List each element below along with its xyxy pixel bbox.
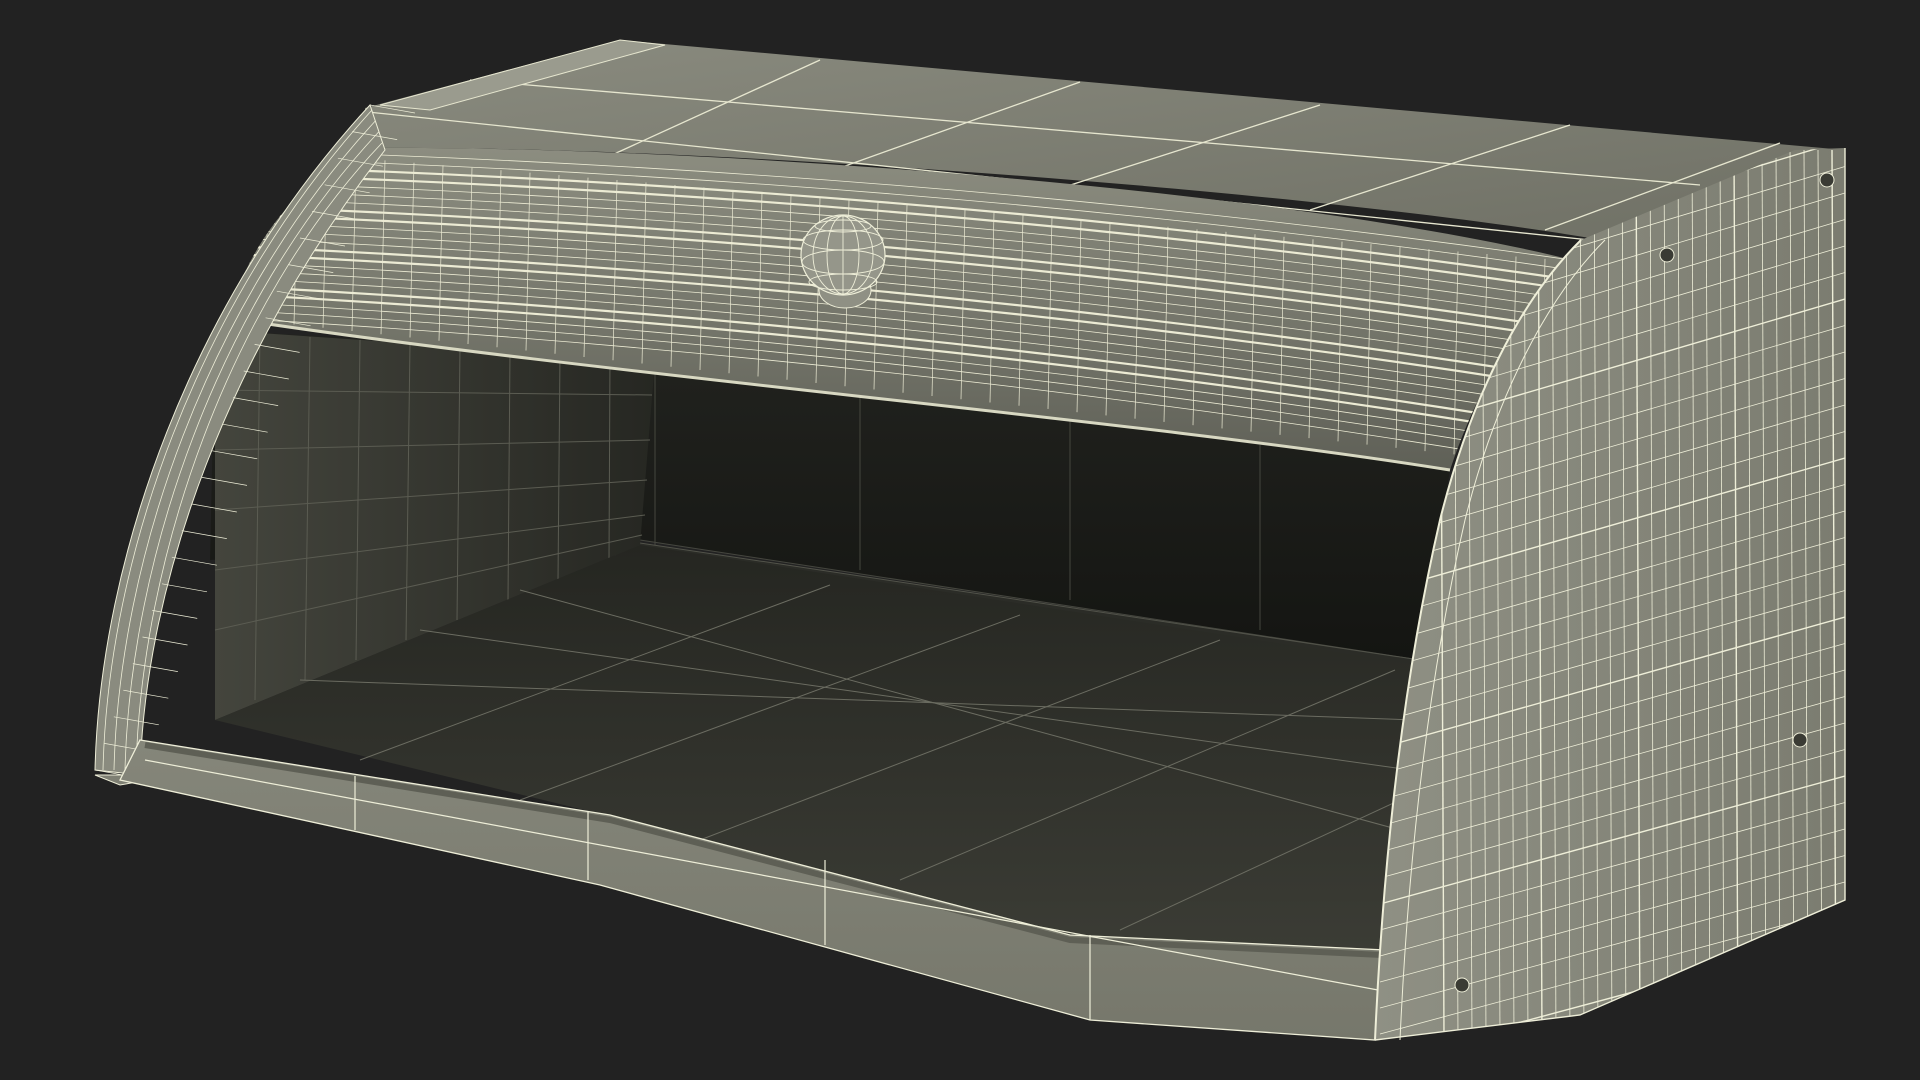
render-viewport	[0, 0, 1920, 1080]
screw-hole-bottom-right	[1792, 732, 1808, 748]
screw-hole-bottom-front	[1454, 977, 1470, 993]
bread-box-render	[94, 39, 1846, 1041]
screw-hole-top-right	[1819, 172, 1835, 188]
screw-hole-top-inner	[1659, 247, 1675, 263]
